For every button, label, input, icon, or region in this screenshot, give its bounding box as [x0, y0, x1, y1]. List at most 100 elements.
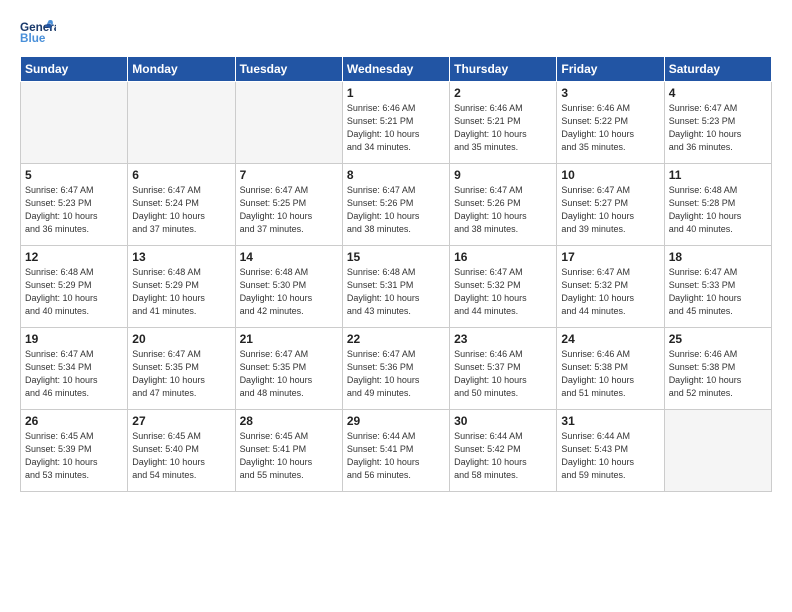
logo: General Blue	[20, 18, 56, 46]
day-number: 2	[454, 86, 552, 100]
day-number: 4	[669, 86, 767, 100]
day-info: Sunrise: 6:46 AMSunset: 5:37 PMDaylight:…	[454, 348, 552, 400]
day-info: Sunrise: 6:44 AMSunset: 5:41 PMDaylight:…	[347, 430, 445, 482]
day-number: 3	[561, 86, 659, 100]
calendar-cell: 18 Sunrise: 6:47 AMSunset: 5:33 PMDayligh…	[664, 246, 771, 328]
day-number: 25	[669, 332, 767, 346]
day-info: Sunrise: 6:47 AMSunset: 5:26 PMDaylight:…	[454, 184, 552, 236]
calendar-cell	[128, 82, 235, 164]
day-info: Sunrise: 6:46 AMSunset: 5:22 PMDaylight:…	[561, 102, 659, 154]
day-info: Sunrise: 6:47 AMSunset: 5:34 PMDaylight:…	[25, 348, 123, 400]
day-info: Sunrise: 6:48 AMSunset: 5:30 PMDaylight:…	[240, 266, 338, 318]
calendar-cell: 13 Sunrise: 6:48 AMSunset: 5:29 PMDayligh…	[128, 246, 235, 328]
calendar-cell: 2Sunrise: 6:46 AMSunset: 5:21 PMDaylight…	[450, 82, 557, 164]
calendar-cell: 11 Sunrise: 6:48 AMSunset: 5:28 PMDayligh…	[664, 164, 771, 246]
day-info: Sunrise: 6:47 AMSunset: 5:32 PMDaylight:…	[454, 266, 552, 318]
day-number: 22	[347, 332, 445, 346]
calendar-cell: 6 Sunrise: 6:47 AMSunset: 5:24 PMDaylight…	[128, 164, 235, 246]
day-number: 17	[561, 250, 659, 264]
day-info: Sunrise: 6:47 AMSunset: 5:33 PMDaylight:…	[669, 266, 767, 318]
day-info: Sunrise: 6:44 AMSunset: 5:43 PMDaylight:…	[561, 430, 659, 482]
calendar-cell: 30 Sunrise: 6:44 AMSunset: 5:42 PMDayligh…	[450, 410, 557, 492]
day-number: 19	[25, 332, 123, 346]
calendar-cell	[235, 82, 342, 164]
day-number: 31	[561, 414, 659, 428]
day-number: 10	[561, 168, 659, 182]
day-info: Sunrise: 6:47 AMSunset: 5:23 PMDaylight:…	[669, 102, 767, 154]
calendar-cell: 22 Sunrise: 6:47 AMSunset: 5:36 PMDayligh…	[342, 328, 449, 410]
day-number: 1	[347, 86, 445, 100]
weekday-header-tuesday: Tuesday	[235, 57, 342, 82]
day-number: 23	[454, 332, 552, 346]
calendar-cell: 25 Sunrise: 6:46 AMSunset: 5:38 PMDayligh…	[664, 328, 771, 410]
calendar-page: General Blue SundayMondayTuesdayWednesda…	[0, 0, 792, 612]
calendar-cell: 29Sunrise: 6:44 AMSunset: 5:41 PMDayligh…	[342, 410, 449, 492]
day-info: Sunrise: 6:47 AMSunset: 5:26 PMDaylight:…	[347, 184, 445, 236]
day-number: 9	[454, 168, 552, 182]
calendar-cell: 8 Sunrise: 6:47 AMSunset: 5:26 PMDaylight…	[342, 164, 449, 246]
weekday-header-monday: Monday	[128, 57, 235, 82]
day-info: Sunrise: 6:46 AMSunset: 5:38 PMDaylight:…	[669, 348, 767, 400]
day-number: 15	[347, 250, 445, 264]
day-info: Sunrise: 6:47 AMSunset: 5:35 PMDaylight:…	[240, 348, 338, 400]
day-number: 20	[132, 332, 230, 346]
day-info: Sunrise: 6:45 AMSunset: 5:41 PMDaylight:…	[240, 430, 338, 482]
calendar-cell: 7 Sunrise: 6:47 AMSunset: 5:25 PMDaylight…	[235, 164, 342, 246]
day-info: Sunrise: 6:45 AMSunset: 5:40 PMDaylight:…	[132, 430, 230, 482]
week-row-4: 19 Sunrise: 6:47 AMSunset: 5:34 PMDayligh…	[21, 328, 772, 410]
header: General Blue	[20, 18, 772, 46]
calendar-cell: 1 Sunrise: 6:46 AMSunset: 5:21 PMDaylight…	[342, 82, 449, 164]
day-info: Sunrise: 6:47 AMSunset: 5:36 PMDaylight:…	[347, 348, 445, 400]
weekday-header-row: SundayMondayTuesdayWednesdayThursdayFrid…	[21, 57, 772, 82]
day-info: Sunrise: 6:44 AMSunset: 5:42 PMDaylight:…	[454, 430, 552, 482]
day-info: Sunrise: 6:47 AMSunset: 5:32 PMDaylight:…	[561, 266, 659, 318]
calendar-cell: 24Sunrise: 6:46 AMSunset: 5:38 PMDayligh…	[557, 328, 664, 410]
day-info: Sunrise: 6:48 AMSunset: 5:29 PMDaylight:…	[132, 266, 230, 318]
day-number: 21	[240, 332, 338, 346]
day-number: 13	[132, 250, 230, 264]
day-number: 30	[454, 414, 552, 428]
day-number: 18	[669, 250, 767, 264]
calendar-cell: 10 Sunrise: 6:47 AMSunset: 5:27 PMDayligh…	[557, 164, 664, 246]
weekday-header-saturday: Saturday	[664, 57, 771, 82]
weekday-header-wednesday: Wednesday	[342, 57, 449, 82]
day-info: Sunrise: 6:47 AMSunset: 5:35 PMDaylight:…	[132, 348, 230, 400]
day-number: 28	[240, 414, 338, 428]
day-number: 6	[132, 168, 230, 182]
day-number: 8	[347, 168, 445, 182]
day-info: Sunrise: 6:48 AMSunset: 5:28 PMDaylight:…	[669, 184, 767, 236]
calendar-cell: 16Sunrise: 6:47 AMSunset: 5:32 PMDayligh…	[450, 246, 557, 328]
calendar-cell: 21 Sunrise: 6:47 AMSunset: 5:35 PMDayligh…	[235, 328, 342, 410]
day-info: Sunrise: 6:46 AMSunset: 5:21 PMDaylight:…	[347, 102, 445, 154]
day-number: 12	[25, 250, 123, 264]
svg-text:Blue: Blue	[20, 32, 46, 45]
calendar-cell: 28 Sunrise: 6:45 AMSunset: 5:41 PMDayligh…	[235, 410, 342, 492]
day-number: 24	[561, 332, 659, 346]
week-row-1: 1 Sunrise: 6:46 AMSunset: 5:21 PMDaylight…	[21, 82, 772, 164]
calendar-cell: 26Sunrise: 6:45 AMSunset: 5:39 PMDayligh…	[21, 410, 128, 492]
calendar-cell	[21, 82, 128, 164]
day-info: Sunrise: 6:47 AMSunset: 5:24 PMDaylight:…	[132, 184, 230, 236]
day-number: 5	[25, 168, 123, 182]
weekday-header-friday: Friday	[557, 57, 664, 82]
logo-icon: General Blue	[20, 18, 56, 46]
calendar-table: SundayMondayTuesdayWednesdayThursdayFrid…	[20, 56, 772, 492]
week-row-2: 5 Sunrise: 6:47 AMSunset: 5:23 PMDaylight…	[21, 164, 772, 246]
calendar-cell: 3 Sunrise: 6:46 AMSunset: 5:22 PMDaylight…	[557, 82, 664, 164]
day-info: Sunrise: 6:47 AMSunset: 5:27 PMDaylight:…	[561, 184, 659, 236]
day-info: Sunrise: 6:47 AMSunset: 5:25 PMDaylight:…	[240, 184, 338, 236]
calendar-cell: 20 Sunrise: 6:47 AMSunset: 5:35 PMDayligh…	[128, 328, 235, 410]
calendar-cell: 17 Sunrise: 6:47 AMSunset: 5:32 PMDayligh…	[557, 246, 664, 328]
calendar-cell: 9 Sunrise: 6:47 AMSunset: 5:26 PMDaylight…	[450, 164, 557, 246]
calendar-cell: 5 Sunrise: 6:47 AMSunset: 5:23 PMDaylight…	[21, 164, 128, 246]
calendar-cell: 4 Sunrise: 6:47 AMSunset: 5:23 PMDaylight…	[664, 82, 771, 164]
calendar-cell: 14Sunrise: 6:48 AMSunset: 5:30 PMDayligh…	[235, 246, 342, 328]
calendar-cell: 23 Sunrise: 6:46 AMSunset: 5:37 PMDayligh…	[450, 328, 557, 410]
day-number: 26	[25, 414, 123, 428]
week-row-3: 12 Sunrise: 6:48 AMSunset: 5:29 PMDayligh…	[21, 246, 772, 328]
day-info: Sunrise: 6:47 AMSunset: 5:23 PMDaylight:…	[25, 184, 123, 236]
calendar-cell: 12Sunrise: 6:48 AMSunset: 5:29 PMDayligh…	[21, 246, 128, 328]
day-number: 11	[669, 168, 767, 182]
day-number: 7	[240, 168, 338, 182]
calendar-cell: 15Sunrise: 6:48 AMSunset: 5:31 PMDayligh…	[342, 246, 449, 328]
